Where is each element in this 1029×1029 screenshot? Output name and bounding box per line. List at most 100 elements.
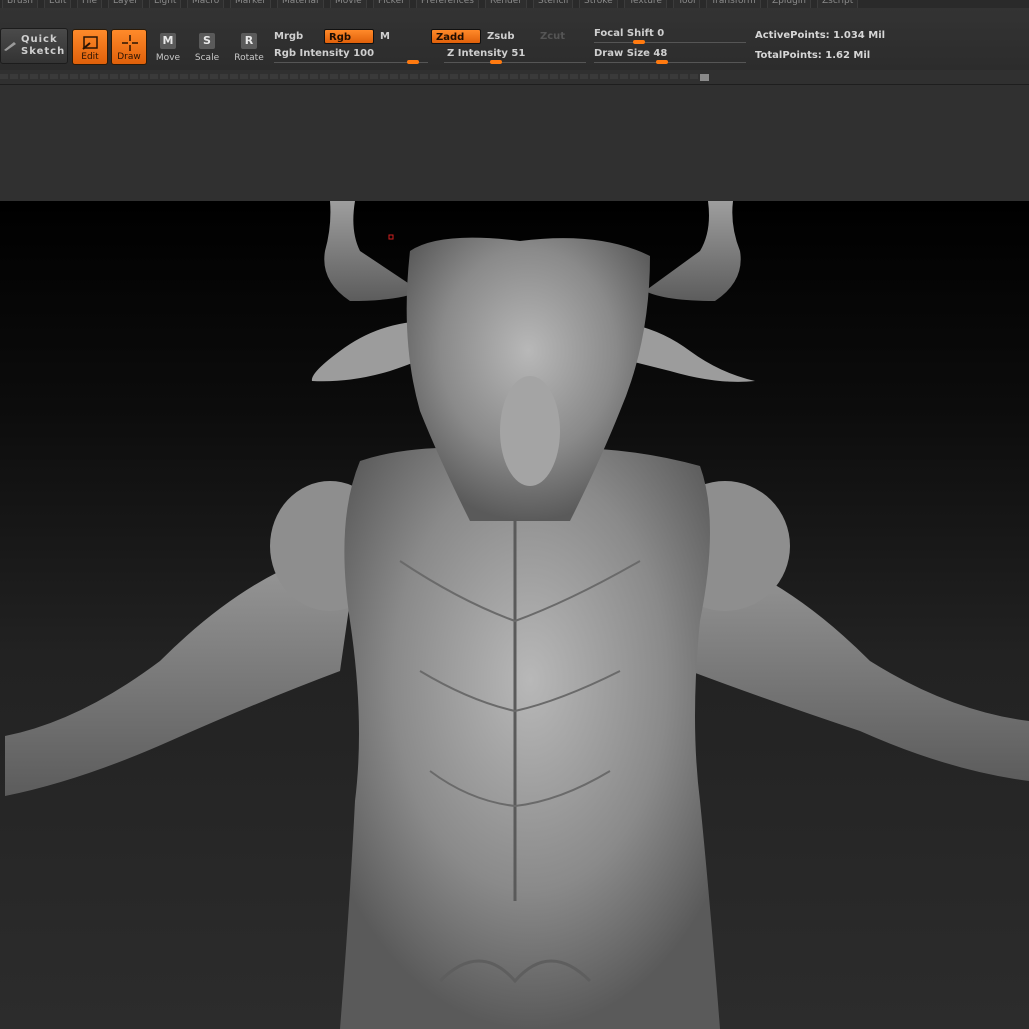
progress-segment: [110, 74, 118, 79]
sculpt-model: [5, 201, 1029, 1029]
progress-segment: [600, 74, 608, 79]
progress-segment: [360, 74, 368, 79]
menu-layer[interactable]: Layer: [108, 0, 144, 8]
draw-button[interactable]: Draw: [111, 29, 147, 65]
progress-segment: [570, 74, 578, 79]
progress-segment: [640, 74, 648, 79]
quick-sketch-icon: [4, 42, 16, 51]
menu-texture[interactable]: Texture: [624, 0, 667, 8]
draw-crosshair-icon: [122, 35, 138, 51]
zcut-toggle[interactable]: Zcut: [536, 29, 586, 44]
rotate-button[interactable]: R Rotate: [231, 29, 267, 65]
progress-segment: [470, 74, 478, 79]
scale-label: Scale: [194, 53, 220, 63]
z-intensity-value: 51: [511, 48, 526, 59]
rgb-intensity-track: [274, 62, 428, 63]
menu-preferences[interactable]: Preferences: [416, 0, 479, 8]
torso: [340, 447, 720, 1029]
progress-segment: [420, 74, 428, 79]
menu-render[interactable]: Render: [485, 0, 528, 8]
z-intensity-knob[interactable]: [490, 60, 503, 64]
menu-transform[interactable]: Transform: [706, 0, 761, 8]
progress-segment: [370, 74, 378, 79]
progress-segment: [500, 74, 508, 79]
progress-segment: [120, 74, 128, 79]
menu-zscript[interactable]: Zscript: [817, 0, 859, 8]
quick-sketch-button[interactable]: Quick Sketch: [0, 28, 68, 64]
progress-segment: [510, 74, 518, 79]
brush-cursor-marker: [388, 234, 394, 240]
progress-segment: [290, 74, 298, 79]
progress-segment: [130, 74, 138, 79]
progress-end-marker: [700, 74, 709, 81]
draw-size-knob[interactable]: [655, 60, 668, 64]
progress-segment: [450, 74, 458, 79]
progress-segment: [620, 74, 628, 79]
edit-label: Edit: [81, 52, 99, 62]
z-intensity-track: [444, 62, 586, 63]
progress-segment: [280, 74, 288, 79]
menu-bar: Brush Edit File Layer Light Macro Marker Materi…: [0, 0, 1029, 8]
progress-segment: [430, 74, 438, 79]
focal-shift-knob[interactable]: [632, 40, 645, 44]
menu-marker[interactable]: Marker: [230, 0, 272, 8]
menu-picker[interactable]: Picker: [373, 0, 410, 8]
menu-movie[interactable]: Movie: [330, 0, 367, 8]
menu-material[interactable]: Material: [277, 0, 324, 8]
progress-segment: [180, 74, 188, 79]
menu-macro[interactable]: Macro: [187, 0, 225, 8]
progress-segment: [590, 74, 598, 79]
rgb-intensity-label: Rgb Intensity 100: [274, 48, 375, 59]
progress-segment: [390, 74, 398, 79]
progress-segment: [310, 74, 318, 79]
progress-segment: [190, 74, 198, 79]
progress-segment: [40, 74, 48, 79]
progress-segment: [170, 74, 178, 79]
menu-stencil[interactable]: Stencil: [533, 0, 574, 8]
quick-sketch-label-1: Quick: [21, 34, 58, 45]
menu-edit[interactable]: Edit: [44, 0, 72, 8]
progress-segment: [160, 74, 168, 79]
progress-segment: [350, 74, 358, 79]
menu-light[interactable]: Light: [149, 0, 182, 8]
rgb-toggle[interactable]: Rgb: [324, 29, 374, 44]
quick-sketch-label-2: Sketch: [21, 46, 66, 57]
focal-shift-value: 0: [657, 28, 665, 39]
zsub-toggle[interactable]: Zsub: [483, 29, 533, 44]
left-horn: [324, 201, 420, 301]
progress-segment: [100, 74, 108, 79]
m-toggle[interactable]: M: [376, 29, 426, 44]
progress-segment: [380, 74, 388, 79]
progress-segment: [30, 74, 38, 79]
menu-tool[interactable]: Tool: [673, 0, 701, 8]
document-canvas[interactable]: [0, 201, 1029, 1029]
menu-stroke[interactable]: Stroke: [579, 0, 618, 8]
progress-segment: [460, 74, 468, 79]
progress-segment: [680, 74, 688, 79]
move-label: Move: [155, 53, 181, 63]
progress-segment: [490, 74, 498, 79]
edit-icon: [82, 36, 98, 50]
rgb-intensity-knob[interactable]: [407, 60, 420, 64]
progress-segment: [270, 74, 278, 79]
progress-segment: [440, 74, 448, 79]
menu-file[interactable]: File: [77, 0, 103, 8]
zadd-toggle[interactable]: Zadd: [431, 29, 481, 44]
top-toolbar: Quick Sketch Edit Draw M Move S Scale R …: [0, 8, 1029, 70]
mrgb-toggle[interactable]: Mrgb: [270, 29, 320, 44]
edit-button[interactable]: Edit: [72, 29, 108, 65]
z-intensity-label: Z Intensity 51: [447, 48, 526, 59]
move-button[interactable]: M Move: [150, 29, 186, 65]
menu-zplugin[interactable]: Zplugin: [767, 0, 812, 8]
scale-button[interactable]: S Scale: [189, 29, 225, 65]
rotate-label: Rotate: [234, 53, 264, 63]
progress-segment: [240, 74, 248, 79]
progress-segment: [70, 74, 78, 79]
progress-segment: [540, 74, 548, 79]
draw-size-value: 48: [653, 48, 668, 59]
menu-brush[interactable]: Brush: [2, 0, 38, 8]
progress-segment: [530, 74, 538, 79]
progress-segment: [580, 74, 588, 79]
total-points-readout: TotalPoints: 1.62 Mil: [755, 50, 871, 61]
progress-segment: [260, 74, 268, 79]
